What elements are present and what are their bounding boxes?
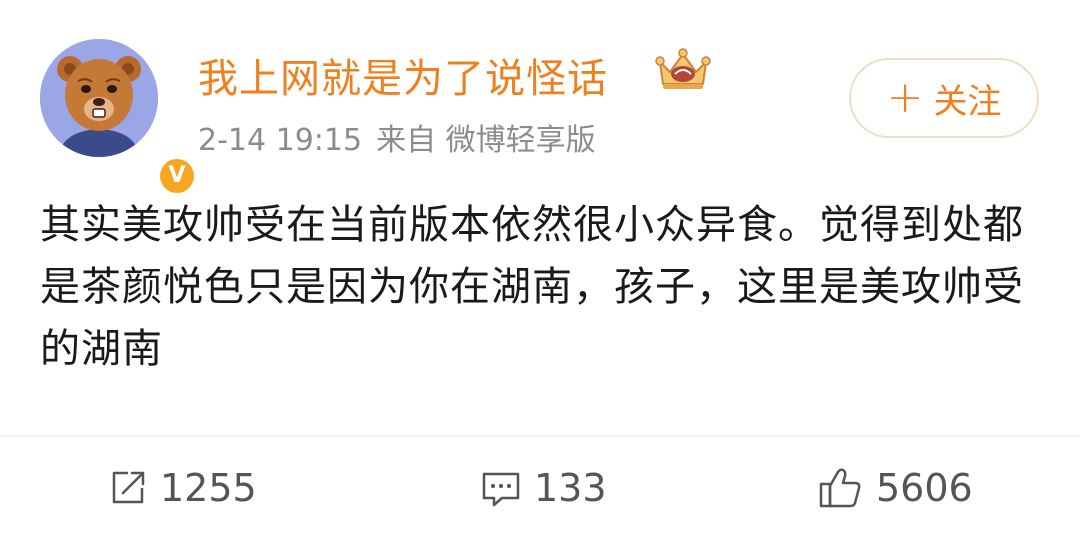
verified-badge: V — [156, 155, 198, 197]
username[interactable]: 我上网就是为了说怪话 — [198, 46, 608, 104]
repost-button[interactable]: 1255 — [108, 462, 257, 514]
comment-count: 133 — [534, 466, 607, 510]
repost-icon — [112, 471, 145, 504]
avatar[interactable]: V — [40, 39, 198, 197]
post-meta: 2-14 19:15 来自 微博轻享版 — [198, 115, 596, 159]
like-count: 5606 — [876, 466, 973, 510]
plus-icon: + — [886, 72, 924, 123]
divider — [0, 435, 1080, 437]
like-button[interactable]: 5606 — [818, 462, 973, 514]
post-text: 其实美攻帅受在当前版本依然很小众异食。觉得到处都是茶颜悦色只是因为你在湖南，孩子… — [40, 202, 1024, 372]
follow-label: 关注 — [933, 81, 1002, 122]
post-time: 2-14 19:15 — [198, 123, 363, 158]
bear-avatar-image — [40, 39, 158, 157]
thumbs-up-icon — [819, 468, 861, 508]
comment-icon — [482, 472, 520, 507]
post-source[interactable]: 来自 微博轻享版 — [376, 123, 596, 158]
comment-button[interactable]: 133 — [480, 462, 607, 514]
verified-v-icon: V — [160, 159, 194, 193]
crown-icon[interactable] — [654, 48, 712, 92]
repost-count: 1255 — [160, 466, 257, 510]
follow-button[interactable]: + 关注 — [849, 58, 1039, 138]
